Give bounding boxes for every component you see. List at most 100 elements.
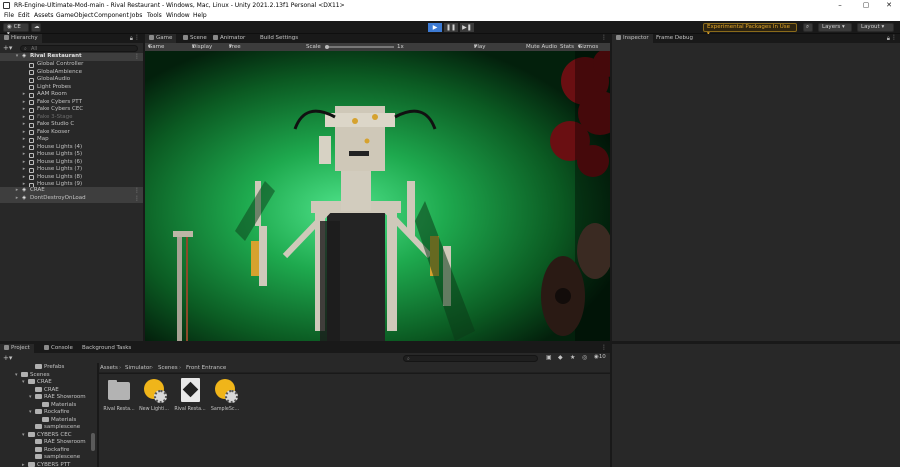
panel-menu-icon[interactable]: ⋮ [134, 34, 140, 41]
layout-dropdown[interactable]: Layout ▾ [857, 23, 894, 32]
hierarchy-item[interactable]: ▸ AAM Room [0, 91, 143, 99]
folder-tree-item[interactable]: ▾ RAE Showroom [29, 394, 86, 402]
scene-header-crae[interactable]: ▸ ◈ CRAE ⋮ [0, 187, 143, 195]
hidden-packages-icon[interactable]: ◎ [582, 354, 587, 361]
hierarchy-item[interactable]: ▸ Fake Studio C [0, 121, 143, 129]
pause-button[interactable]: ❚❚ [444, 23, 458, 32]
hierarchy-item[interactable]: Light Probes [0, 84, 143, 92]
folder-tree-item[interactable]: Prefabs [29, 364, 64, 372]
folder-tree-item[interactable]: ▾ CYBERS CEC [22, 431, 72, 440]
chevron-right-icon[interactable]: ▸ [21, 91, 27, 99]
game-mode-dropdown[interactable]: Game ▾ [148, 43, 164, 51]
menu-window[interactable]: Window [166, 12, 190, 19]
folder-tree-item[interactable]: RAE Showroom [29, 439, 86, 447]
maximize-icon[interactable]: ▢ [855, 0, 877, 11]
chevron-right-icon[interactable]: ▸ [21, 129, 27, 137]
scale-slider[interactable] [326, 46, 394, 48]
play-button[interactable]: ▶ [428, 23, 442, 32]
experimental-packages-dropdown[interactable]: Experimental Packages In Use ▾ [703, 23, 797, 37]
lock-icon[interactable]: 🔒︎ [887, 35, 890, 43]
menu-help[interactable]: Help [193, 12, 207, 19]
tab-scene[interactable]: Scene [179, 34, 211, 43]
filter-type-icon[interactable]: ▣ [546, 354, 552, 361]
folder-tree-item[interactable]: ▾ Scenes [15, 371, 50, 380]
add-icon[interactable]: +▾ [3, 354, 12, 362]
hierarchy-item[interactable]: ▸ Fake Cybers PTT [0, 99, 143, 107]
breadcrumb-assets[interactable]: Assets [100, 365, 118, 371]
folder-tree-item[interactable]: CRAE [29, 386, 59, 395]
scene-menu-icon[interactable]: ⋮ [134, 187, 140, 195]
hierarchy-item[interactable]: ▸ Map [0, 136, 143, 144]
asset-item-lighting[interactable]: SampleSc... [208, 378, 242, 412]
menu-assets[interactable]: Assets [34, 12, 54, 19]
chevron-right-icon[interactable]: ▸ [21, 99, 27, 107]
aspect-dropdown[interactable]: Free Aspect ▾ [229, 43, 248, 58]
tab-inspector[interactable]: Inspector [612, 34, 653, 43]
stats-toggle[interactable]: Stats [560, 43, 574, 51]
menu-file[interactable]: File [4, 12, 14, 19]
panel-menu-icon[interactable]: ⋮ [601, 34, 607, 41]
scene-menu-icon[interactable]: ⋮ [134, 195, 140, 203]
display-dropdown[interactable]: Display 1 ▾ [192, 43, 212, 58]
hierarchy-item[interactable]: ▸ House Lights (7) [0, 166, 143, 174]
hierarchy-item[interactable]: ▸ Fake Cybers CEC [0, 106, 143, 114]
hierarchy-search-input[interactable]: ⌕ All [20, 44, 138, 52]
hierarchy-item[interactable]: ▸ House Lights (5) [0, 151, 143, 159]
tab-game[interactable]: Game [145, 34, 177, 43]
close-icon[interactable]: ✕ [878, 0, 900, 11]
tab-project[interactable]: Project [0, 344, 34, 353]
hierarchy-item[interactable]: ▸ House Lights (8) [0, 174, 143, 182]
favorite-icon[interactable]: ★ [570, 354, 575, 361]
tab-build-settings[interactable]: Build Settings [256, 34, 302, 43]
hierarchy-item[interactable]: ▸ House Lights (4) [0, 144, 143, 152]
scene-header-dontdestroyonload[interactable]: ▸ ◈ DontDestroyOnLoad ⋮ [0, 195, 143, 203]
panel-menu-icon[interactable]: ⋮ [601, 344, 607, 351]
chevron-right-icon[interactable]: ▸ [21, 121, 27, 129]
hierarchy-item[interactable]: ▸ Fake Kooser [0, 129, 143, 137]
folder-tree-item[interactable]: ▾ Rockafire [29, 409, 69, 417]
tab-background-tasks[interactable]: Background Tasks [78, 344, 135, 353]
chevron-right-icon[interactable]: ▸ [14, 195, 20, 203]
hierarchy-item[interactable]: ▸ House Lights (6) [0, 159, 143, 167]
tab-console[interactable]: Console [40, 344, 77, 353]
chevron-right-icon[interactable]: ▸ [21, 144, 27, 152]
lock-icon[interactable]: 🔒︎ [130, 35, 133, 43]
asset-item-folder[interactable]: Rival Resta... [102, 378, 136, 412]
tab-animator[interactable]: Animator [209, 34, 249, 43]
project-search-input[interactable]: ⌕ [403, 354, 538, 362]
chevron-down-icon[interactable]: ▾ [14, 53, 20, 61]
folder-tree-item[interactable]: Materials [36, 416, 76, 425]
step-button[interactable]: ▶❚ [460, 23, 474, 32]
search-icon[interactable]: ⌕ [803, 23, 813, 32]
chevron-right-icon[interactable]: ▸ [21, 106, 27, 114]
add-icon[interactable]: +▾ [3, 44, 12, 52]
tree-scrollbar[interactable] [91, 433, 95, 451]
asset-item-scene[interactable]: Rival Resta... [173, 378, 207, 412]
menu-jobs[interactable]: Jobs [130, 12, 142, 19]
scene-header-rival-restaurant[interactable]: ▾ ◈ Rival Restaurant ⋮ [0, 53, 143, 61]
breadcrumb-scenes[interactable]: Scenes [158, 365, 178, 371]
chevron-right-icon[interactable]: ▸ [21, 114, 27, 122]
chevron-right-icon[interactable]: ▸ [21, 166, 27, 174]
menu-edit[interactable]: Edit [18, 12, 30, 19]
scene-menu-icon[interactable]: ⋮ [134, 53, 140, 61]
asset-item-lighting[interactable]: New Lighti... [137, 378, 171, 412]
game-viewport[interactable] [145, 51, 610, 341]
breadcrumb-front-entrance[interactable]: Front Entrance [186, 365, 226, 371]
folder-tree-item[interactable]: ▸ CYBERS PTT [22, 461, 70, 467]
chevron-right-icon[interactable]: ▸ [21, 174, 27, 182]
folder-tree-item[interactable]: ▾ CRAE [22, 379, 52, 387]
hierarchy-item[interactable]: Global Controller [0, 61, 143, 69]
cloud-icon[interactable]: ☁ [31, 23, 41, 32]
menu-tools[interactable]: Tools [147, 12, 162, 19]
account-button[interactable]: ◉ CE ▾ [3, 23, 29, 37]
layers-dropdown[interactable]: Layers ▾ [818, 23, 852, 32]
menu-gameobject[interactable]: GameObject [56, 12, 93, 19]
folder-tree-item[interactable]: Rockafire [29, 446, 69, 455]
menu-component[interactable]: Component [94, 12, 129, 19]
hierarchy-item[interactable]: ▸ Fake 3-Stage [0, 114, 143, 122]
chevron-right-icon[interactable]: ▸ [21, 136, 27, 144]
tab-frame-debug[interactable]: Frame Debug [652, 34, 697, 43]
folder-tree-item[interactable]: samplescene [29, 424, 80, 432]
folder-tree-item[interactable]: samplescene [29, 454, 80, 462]
